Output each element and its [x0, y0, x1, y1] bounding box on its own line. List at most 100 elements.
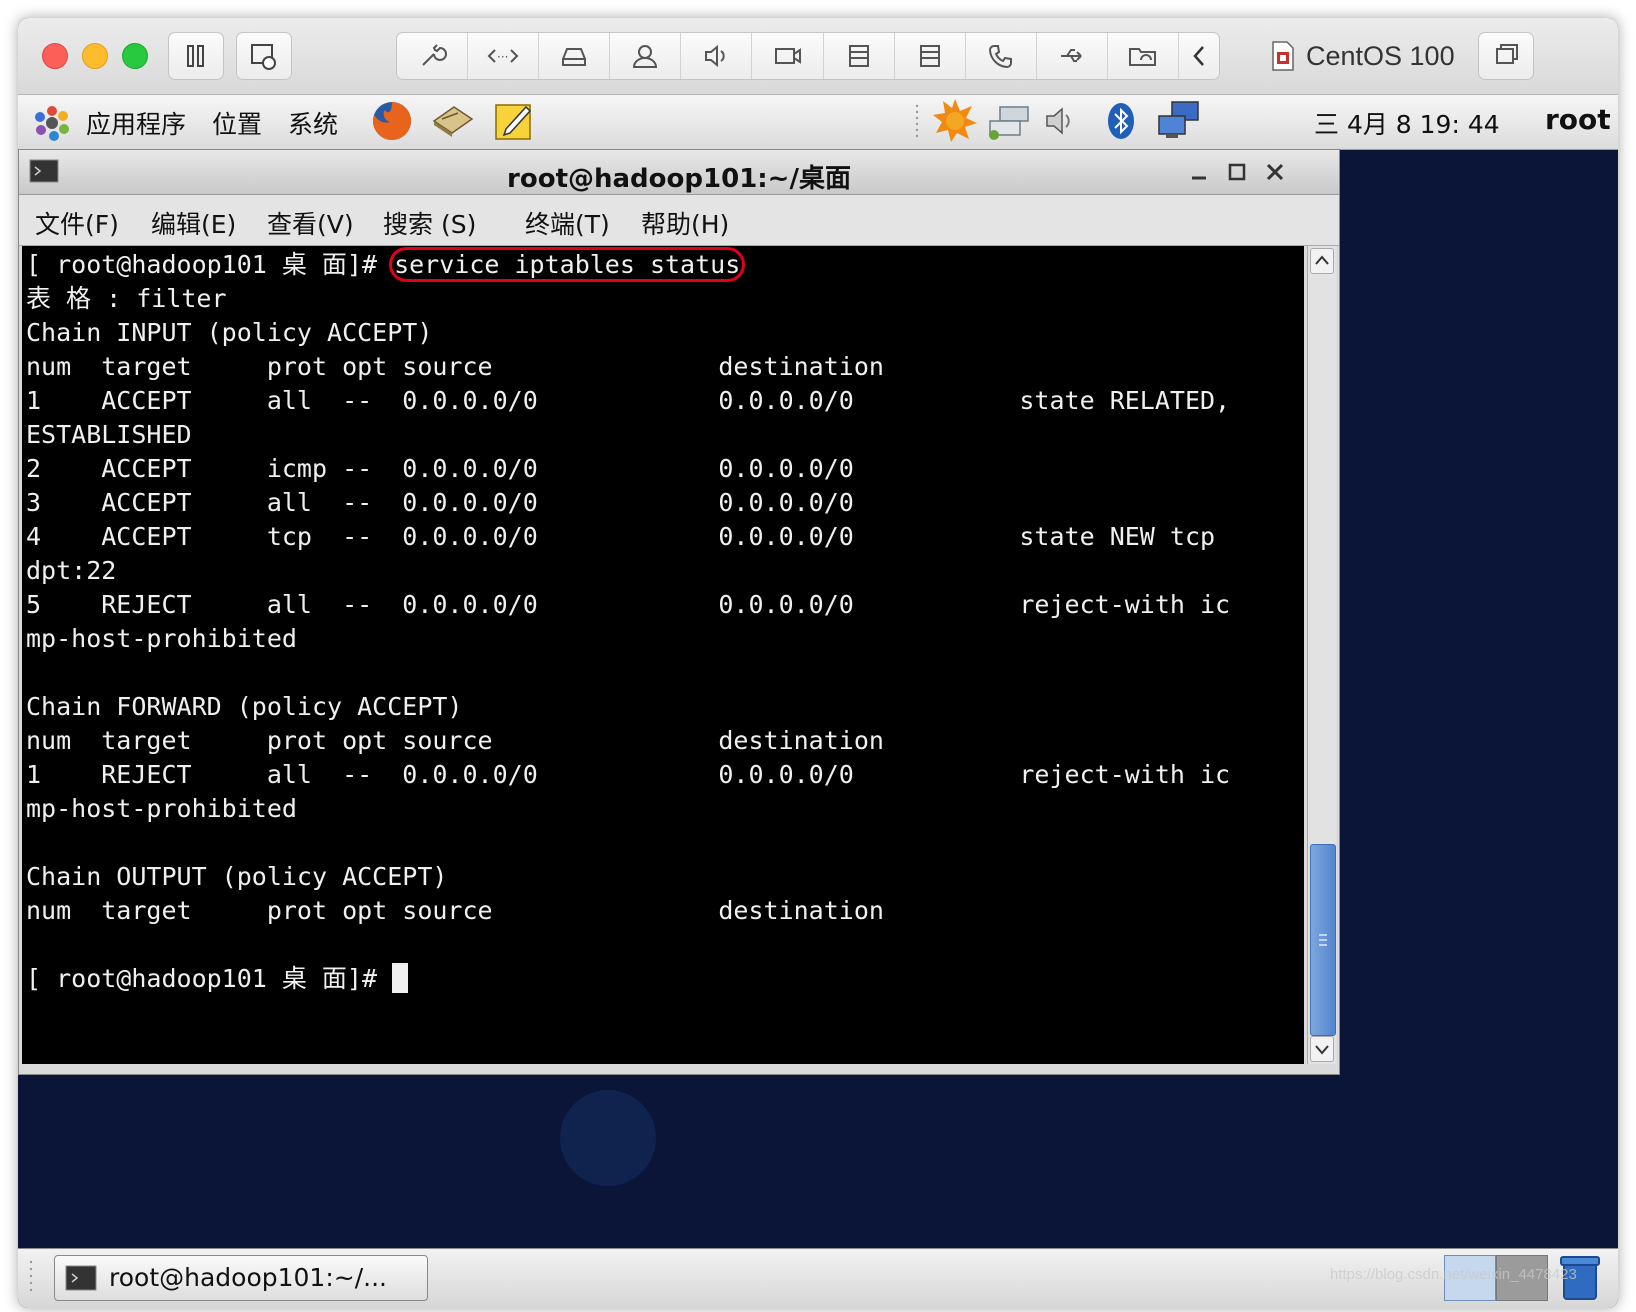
terminal-titlebar[interactable]: root@hadoop101:~/桌面	[19, 150, 1339, 195]
bluetooth-icon[interactable]	[1106, 101, 1136, 141]
maximize-icon[interactable]	[1225, 160, 1249, 184]
clock[interactable]: 三 4月 8 19: 44	[1314, 105, 1500, 141]
minimize-window-button[interactable]	[82, 43, 108, 69]
terminal-title: root@hadoop101:~/桌面	[507, 164, 851, 194]
terminal-window: root@hadoop101:~/桌面 文件(F) 编辑(E) 查看(V) 搜索…	[18, 149, 1340, 1075]
terminal-output: [ root@hadoop101 桌 面]# service iptables …	[26, 247, 1230, 996]
scroll-up-button[interactable]	[1310, 248, 1334, 274]
shared-folder-icon	[1128, 48, 1156, 66]
output-line: dpt:22	[26, 556, 117, 585]
camera-button[interactable]	[752, 33, 824, 79]
close-icon[interactable]	[1263, 160, 1287, 184]
firefox-icon[interactable]	[370, 99, 414, 143]
network-computers-icon[interactable]	[1156, 99, 1202, 143]
output-line: Chain FORWARD (policy ACCEPT)	[26, 692, 463, 721]
phone-icon	[988, 45, 1012, 69]
suspend-button[interactable]	[168, 32, 224, 80]
taskbar-terminal-button[interactable]: root@hadoop101:~/...	[54, 1255, 428, 1301]
output-line: 1 ACCEPT all -- 0.0.0.0/0 0.0.0.0/0 stat…	[26, 386, 1231, 415]
terminal-menubar: 文件(F) 编辑(E) 查看(V) 搜索 (S) 终端(T) 帮助(H)	[19, 195, 1339, 246]
output-line: Chain INPUT (policy ACCEPT)	[26, 318, 433, 347]
output-line: num target prot opt source destination	[26, 352, 884, 381]
menu-places[interactable]: 位置	[212, 105, 262, 141]
text-cursor	[392, 963, 409, 993]
menu-edit[interactable]: 编辑(E)	[151, 205, 236, 241]
grip-icon	[1319, 934, 1327, 946]
menu-applications[interactable]: 应用程序	[86, 105, 186, 141]
updates-icon[interactable]	[932, 97, 978, 143]
scroll-thumb[interactable]	[1310, 844, 1336, 1036]
menu-terminal[interactable]: 终端(T)	[525, 205, 610, 241]
chevron-left-icon	[1193, 46, 1204, 66]
gnome-top-panel: 应用程序 位置 系统 三 4月 8 19: 44 root	[18, 95, 1618, 150]
command-output: 表 格 : filter Chain INPUT (policy ACCEPT)…	[26, 284, 1230, 925]
pause-icon	[187, 45, 204, 67]
share-button[interactable]: ···	[468, 33, 540, 79]
panel-handle-icon	[29, 1260, 33, 1292]
output-line: 3 ACCEPT all -- 0.0.0.0/0 0.0.0.0/0	[26, 488, 854, 517]
vm-document-icon	[1272, 41, 1294, 71]
text-editor-icon[interactable]	[492, 99, 536, 143]
network-wired-icon[interactable]	[986, 101, 1032, 141]
code-arrows-icon: ···	[487, 49, 519, 64]
highlighted-command: service iptables status	[389, 247, 746, 282]
final-prompt: [ root@hadoop101 桌 面]#	[26, 964, 393, 993]
output-line: mp-host-prohibited	[26, 624, 297, 653]
sound-button[interactable]	[681, 33, 753, 79]
printer-icon	[848, 45, 869, 67]
panel-handle-icon	[915, 104, 919, 138]
snapshot-button[interactable]	[236, 32, 292, 80]
zoom-window-button[interactable]	[122, 43, 148, 69]
window-mode-button[interactable]	[1478, 32, 1534, 80]
vm-title: CentOS 100	[1270, 36, 1455, 76]
output-line: 1 REJECT all -- 0.0.0.0/0 0.0.0.0/0 reje…	[26, 760, 1231, 789]
user-icon	[633, 45, 658, 68]
user-button[interactable]	[610, 33, 682, 79]
snapshot-icon	[251, 44, 276, 70]
menu-file[interactable]: 文件(F)	[35, 205, 119, 241]
vm-toolbar: ··· CentOS 100	[18, 18, 1618, 95]
terminal-screen[interactable]: [ root@hadoop101 桌 面]# service iptables …	[22, 246, 1304, 1064]
volume-icon[interactable]	[1044, 103, 1078, 139]
menu-search[interactable]: 搜索 (S)	[383, 205, 476, 241]
storage-button[interactable]	[895, 33, 966, 79]
harddisk-icon	[562, 48, 587, 66]
shared-folder-button[interactable]	[1108, 33, 1180, 79]
wrench-icon	[422, 44, 448, 66]
phone-button[interactable]	[966, 33, 1037, 79]
device-toolbar: ···	[396, 32, 1220, 80]
window-copy-icon	[1496, 44, 1518, 64]
mail-icon[interactable]	[430, 101, 476, 141]
storage-icon	[919, 45, 940, 67]
output-line: num target prot opt source destination	[26, 896, 884, 925]
output-line: Chain OUTPUT (policy ACCEPT)	[26, 862, 448, 891]
scroll-down-button[interactable]	[1310, 1036, 1334, 1062]
menu-view[interactable]: 查看(V)	[267, 205, 354, 241]
output-line: 4 ACCEPT tcp -- 0.0.0.0/0 0.0.0.0/0 stat…	[26, 522, 1216, 551]
speaker-icon	[705, 44, 726, 68]
terminal-app-icon	[65, 1265, 97, 1291]
output-line: 表 格 : filter	[26, 284, 227, 313]
menu-help[interactable]: 帮助(H)	[641, 205, 729, 241]
printer-button[interactable]	[824, 33, 895, 79]
svg-text:···: ···	[497, 50, 508, 64]
watermark-text: https://blog.csdn.net/weixin_4478423	[1330, 1266, 1577, 1283]
gnome-foot-icon[interactable]	[32, 103, 72, 143]
harddisk-button[interactable]	[539, 33, 611, 79]
output-line: 2 ACCEPT icmp -- 0.0.0.0/0 0.0.0.0/0	[26, 454, 854, 483]
menu-system[interactable]: 系统	[288, 105, 338, 141]
output-line: 5 REJECT all -- 0.0.0.0/0 0.0.0.0/0 reje…	[26, 590, 1231, 619]
vertical-scrollbar[interactable]	[1307, 246, 1336, 1064]
close-window-button[interactable]	[42, 43, 68, 69]
usb-button[interactable]	[1037, 33, 1108, 79]
output-line: num target prot opt source destination	[26, 726, 884, 755]
chevron-up-icon	[1315, 255, 1329, 265]
taskbar-label: root@hadoop101:~/...	[109, 1263, 387, 1292]
minimize-icon[interactable]	[1187, 160, 1211, 184]
collapse-toolbar-button[interactable]	[1179, 33, 1219, 79]
settings-button[interactable]	[397, 33, 469, 79]
usb-icon	[1060, 49, 1082, 62]
user-menu[interactable]: root	[1545, 103, 1611, 136]
output-line: ESTABLISHED	[26, 420, 192, 449]
output-line: mp-host-prohibited	[26, 794, 297, 823]
